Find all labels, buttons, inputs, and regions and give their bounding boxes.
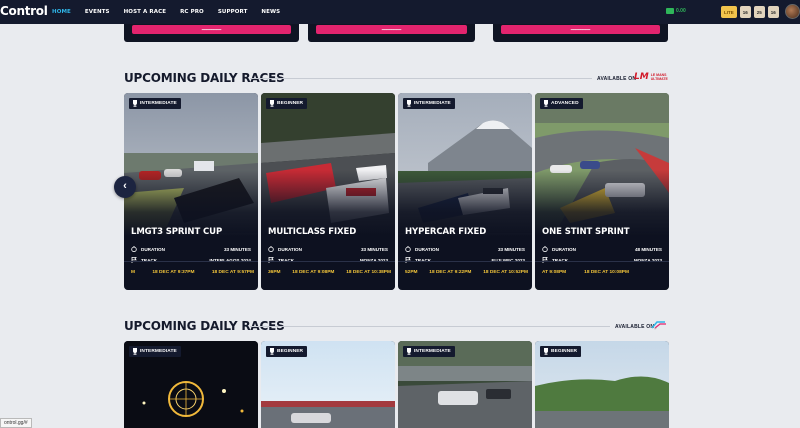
trophy-icon <box>270 348 274 355</box>
chevron-left-icon: ‹ <box>123 180 127 192</box>
race-title: HYPERCAR FIXED <box>405 227 487 237</box>
difficulty-badge: INTERMEDIATE <box>129 346 181 357</box>
race-time[interactable]: 52PM <box>405 270 418 275</box>
le-mans-ultimate-logo[interactable]: LM LE MANS ULTIMATE <box>634 72 671 82</box>
race-time[interactable]: M <box>131 270 135 275</box>
nav-support[interactable]: SUPPORT <box>218 9 248 15</box>
track-row: TRACK FUJI WEC 2023 <box>405 256 525 264</box>
rating-pill-3[interactable]: 16 <box>767 6 779 18</box>
difficulty-badge: BEGINNER <box>266 98 308 109</box>
rfactor-logo[interactable]: rF <box>651 320 667 330</box>
stopwatch-icon <box>131 246 137 252</box>
flag-icon <box>542 257 548 263</box>
trophy-icon <box>407 100 411 107</box>
nav-news[interactable]: NEWS <box>261 9 280 15</box>
race-times: M 18 DEC AT 9:37PM 18 DEC AT 9:57PM <box>131 270 254 275</box>
flag-icon <box>268 257 274 263</box>
event-card-bottom: ━━━━━━━━ <box>124 24 299 42</box>
track-row: TRACK MONZA 2023 <box>268 256 388 264</box>
difficulty-badge: BEGINNER <box>540 346 582 357</box>
event-card-button[interactable]: ━━━━━━━━ <box>501 25 660 34</box>
race-times: 52PM 18 DEC AT 9:22PM 18 DEC AT 10:52PM <box>405 270 528 275</box>
race-time[interactable]: 18 DEC AT 9:57PM <box>212 270 254 275</box>
race-time[interactable]: 18 DEC AT 10:52PM <box>483 270 528 275</box>
stopwatch-icon <box>405 246 411 252</box>
stopwatch-icon <box>268 246 274 252</box>
race-time[interactable]: 18 DEC AT 9:22PM <box>429 270 471 275</box>
section-divider <box>250 326 610 327</box>
race-time[interactable]: 18 DEC AT 9:37PM <box>152 270 194 275</box>
nav-host-a-race[interactable]: HOST A RACE <box>124 9 166 15</box>
trophy-icon <box>544 100 548 107</box>
section-divider <box>250 78 592 79</box>
wallet-icon <box>666 8 674 14</box>
difficulty-badge: ADVANCED <box>540 98 583 109</box>
race-time[interactable]: AT 9:08PM <box>542 270 566 275</box>
wallet-balance[interactable]: 0.00 <box>666 8 686 14</box>
track-row: TRACK INTERLAGOS 2024 <box>131 256 251 264</box>
difficulty-badge: INTERMEDIATE <box>403 98 455 109</box>
carousel-prev-button[interactable]: ‹ <box>114 176 136 198</box>
race-time[interactable]: 18 DEC AT 9:08PM <box>292 270 334 275</box>
available-on-label: AVAILABLE ON <box>615 324 655 330</box>
race-card[interactable]: ADVANCED ONE STINT SPRINT DURATION 48 MI… <box>535 93 669 290</box>
trophy-icon <box>407 348 411 355</box>
status-url: ontrol.gg/# <box>0 418 32 428</box>
event-card-button[interactable]: ━━━━━━━━ <box>316 25 467 34</box>
event-card-button[interactable]: ━━━━━━━━ <box>132 25 291 34</box>
rating-pill-2[interactable]: 25 <box>753 6 765 18</box>
nav-links: HOME EVENTS HOST A RACE RC PRO SUPPORT N… <box>52 0 280 24</box>
top-navbar: Control HOME EVENTS HOST A RACE RC PRO S… <box>0 0 800 24</box>
duration-row: DURATION 33 MINUTES <box>405 245 525 253</box>
race-times: 36PM 18 DEC AT 9:08PM 18 DEC AT 10:38PM <box>268 270 391 275</box>
race-title: ONE STINT SPRINT <box>542 227 630 237</box>
event-card-bottom: ━━━━━━━━ <box>493 24 668 42</box>
license-pill[interactable]: LITE <box>721 6 737 18</box>
nav-rc-pro[interactable]: RC PRO <box>180 9 204 15</box>
rating-pill-1[interactable]: 16 <box>739 6 751 18</box>
flag-icon <box>131 257 137 263</box>
race-card[interactable]: INTERMEDIATE LMGT3 SPRINT CUP DURATION 3… <box>124 93 258 290</box>
duration-row: DURATION 33 MINUTES <box>131 245 251 253</box>
track-row: TRACK MONZA 2023 <box>542 256 662 264</box>
difficulty-badge: BEGINNER <box>266 346 308 357</box>
difficulty-badge: INTERMEDIATE <box>403 346 455 357</box>
race-card[interactable]: BEGINNER <box>535 341 669 428</box>
trophy-icon <box>133 348 137 355</box>
duration-row: DURATION 33 MINUTES <box>268 245 388 253</box>
trophy-icon <box>270 100 274 107</box>
race-card[interactable]: INTERMEDIATE HYPERCAR FIXED DURATION 33 … <box>398 93 532 290</box>
race-card[interactable]: BEGINNER <box>261 341 395 428</box>
duration-row: DURATION 48 MINUTES <box>542 245 662 253</box>
race-card[interactable]: INTERMEDIATE <box>398 341 532 428</box>
stopwatch-icon <box>542 246 548 252</box>
race-time[interactable]: 18 DEC AT 10:38PM <box>346 270 391 275</box>
race-card[interactable]: BEGINNER MULTICLASS FIXED DURATION 33 MI… <box>261 93 395 290</box>
race-title: LMGT3 SPRINT CUP <box>131 227 223 237</box>
nav-home[interactable]: HOME <box>52 9 71 15</box>
trophy-icon <box>133 100 137 107</box>
nav-events[interactable]: EVENTS <box>85 9 110 15</box>
user-pills: LITE 16 25 16 <box>721 6 779 18</box>
flag-icon <box>405 257 411 263</box>
race-card[interactable]: INTERMEDIATE <box>124 341 258 428</box>
event-card-bottom: ━━━━━━━━ <box>308 24 475 42</box>
race-time[interactable]: 36PM <box>268 270 281 275</box>
brand-logo[interactable]: Control <box>0 4 48 18</box>
difficulty-badge: INTERMEDIATE <box>129 98 181 109</box>
available-on-label: AVAILABLE ON <box>597 76 637 82</box>
race-time[interactable]: 18 DEC AT 10:08PM <box>584 270 629 275</box>
trophy-icon <box>544 348 548 355</box>
svg-text:rF: rF <box>654 327 657 331</box>
race-title: MULTICLASS FIXED <box>268 227 357 237</box>
wallet-amount: 0.00 <box>676 8 686 14</box>
race-times: AT 9:08PM 18 DEC AT 10:08PM <box>542 270 665 275</box>
user-avatar[interactable] <box>785 4 800 19</box>
